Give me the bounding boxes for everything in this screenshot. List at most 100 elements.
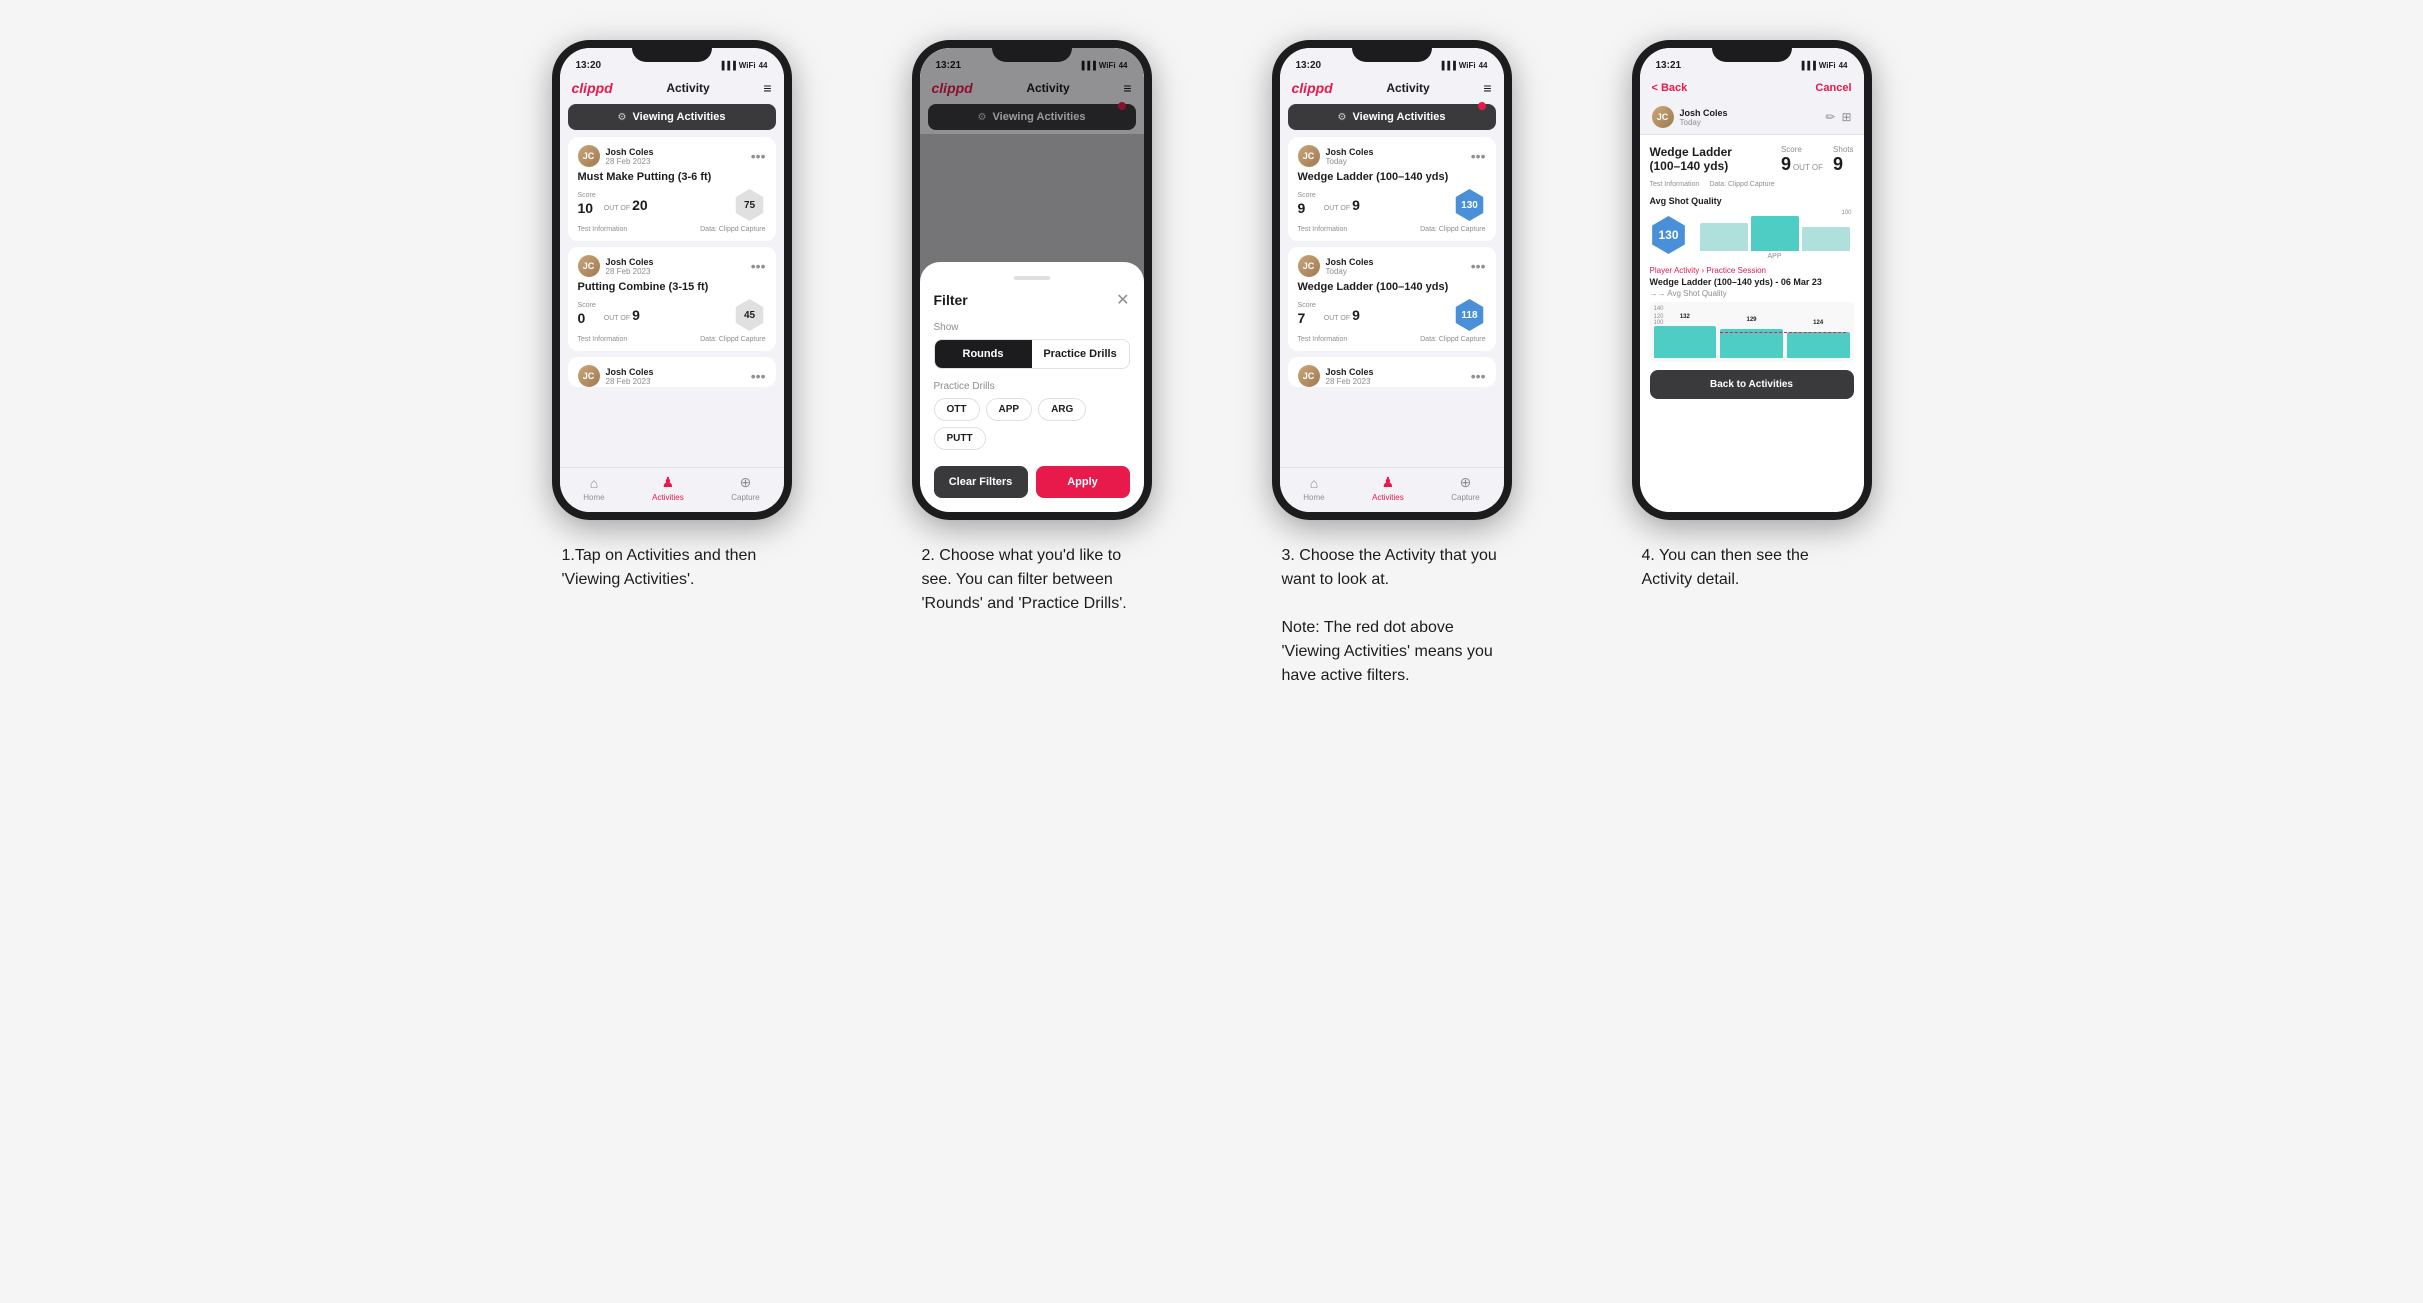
dots-icon-3-3[interactable]: ••• <box>1471 368 1486 384</box>
card-title-3-1: Wedge Ladder (100–140 yds) <box>1298 171 1486 183</box>
shots-val-1-2: 9 <box>632 307 640 323</box>
notch-4 <box>1712 40 1792 62</box>
score-group-3-1: Score 9 <box>1298 192 1316 218</box>
history-bars-4: 132 129 124 <box>1654 326 1850 358</box>
dots-icon-3-1[interactable]: ••• <box>1471 148 1486 164</box>
phone-1: 13:20 ▐▐▐ WiFi 44 clippd Activity ≡ ⚙ Vi… <box>552 40 792 520</box>
user-date-1-1: 28 Feb 2023 <box>606 157 654 166</box>
nav-capture-1[interactable]: ⊕ Capture <box>731 474 759 502</box>
phone-column-1: 13:20 ▐▐▐ WiFi 44 clippd Activity ≡ ⚙ Vi… <box>512 40 832 592</box>
dots-icon-1-1[interactable]: ••• <box>751 148 766 164</box>
detail-test-info-4: Test Information <box>1650 181 1700 188</box>
detail-score-val-4: 9 <box>1781 154 1791 175</box>
nav-activities-3[interactable]: ♟ Activities <box>1372 474 1404 502</box>
back-btn-4[interactable]: < Back <box>1652 82 1688 94</box>
card-title-1-1: Must Make Putting (3-6 ft) <box>578 171 766 183</box>
menu-icon-1[interactable]: ≡ <box>763 80 771 96</box>
user-info-1-2: Josh Coles 28 Feb 2023 <box>606 257 654 276</box>
capture-icon-1: ⊕ <box>740 474 752 491</box>
filter-drills-label-2: Practice Drills <box>934 381 1130 392</box>
quality-hex-1-1: 75 <box>734 189 766 221</box>
viewing-banner-1[interactable]: ⚙ Viewing Activities <box>568 104 776 130</box>
nav-capture-3[interactable]: ⊕ Capture <box>1451 474 1479 502</box>
card-header-3-3: JC Josh Coles 28 Feb 2023 ••• <box>1298 365 1486 387</box>
activity-card-3-2[interactable]: JC Josh Coles Today ••• Wedge Ladder (10… <box>1288 247 1496 351</box>
chip-putt-2[interactable]: PUTT <box>934 427 986 450</box>
practice-session-section-4: Player Activity › Practice Session <box>1650 266 1854 275</box>
card-user-3-1: JC Josh Coles Today <box>1298 145 1374 167</box>
toggle-drills-2[interactable]: Practice Drills <box>1032 340 1129 368</box>
signal-icon-4: ▐▐▐ <box>1799 61 1816 70</box>
caption-3: 3. Choose the Activity that you want to … <box>1282 544 1502 688</box>
player-activity-label-4: Player Activity <box>1650 266 1700 275</box>
menu-icon-3[interactable]: ≡ <box>1483 80 1491 96</box>
nav-home-1[interactable]: ⌂ Home <box>583 475 604 502</box>
dots-icon-1-3[interactable]: ••• <box>751 368 766 384</box>
bar-label-2-4: 129 <box>1746 317 1756 323</box>
back-to-activities-btn-4[interactable]: Back to Activities <box>1650 370 1854 399</box>
app-header-1: clippd Activity ≡ <box>560 76 784 100</box>
detail-info-row-4: Test Information Data: Clippd Capture <box>1650 181 1854 188</box>
outof-group-1-1: OUT OF 20 <box>604 197 648 213</box>
home-icon-1: ⌂ <box>590 475 598 491</box>
banner-text-1: Viewing Activities <box>633 111 726 123</box>
card-header-3-1: JC Josh Coles Today ••• <box>1298 145 1486 167</box>
user-name-3-2: Josh Coles <box>1326 257 1374 267</box>
activity-card-1-3[interactable]: JC Josh Coles 28 Feb 2023 ••• <box>568 357 776 387</box>
detail-header-4: < Back Cancel <box>1640 76 1864 100</box>
activity-card-3-1[interactable]: JC Josh Coles Today ••• Wedge Ladder (10… <box>1288 137 1496 241</box>
activity-card-1-2[interactable]: JC Josh Coles 28 Feb 2023 ••• Putting Co… <box>568 247 776 351</box>
wifi-icon-1: WiFi <box>739 61 756 70</box>
viewing-banner-3[interactable]: ⚙ Viewing Activities <box>1288 104 1496 130</box>
battery-icon-4: 44 <box>1839 61 1848 70</box>
time-4: 13:21 <box>1656 60 1682 71</box>
chip-app-2[interactable]: APP <box>986 398 1033 421</box>
logo-1: clippd <box>572 80 613 96</box>
filter-header-2: Filter ✕ <box>934 290 1130 310</box>
logo-3: clippd <box>1292 80 1333 96</box>
app-header-3: clippd Activity ≡ <box>1280 76 1504 100</box>
close-btn-2[interactable]: ✕ <box>1116 290 1129 310</box>
user-name-3-3: Josh Coles <box>1326 367 1374 377</box>
battery-icon-3: 44 <box>1479 61 1488 70</box>
app-title-1: Activity <box>666 81 709 95</box>
nav-capture-label-1: Capture <box>731 493 759 502</box>
avatar-3-1: JC <box>1298 145 1320 167</box>
avatar-1-1: JC <box>578 145 600 167</box>
nav-home-3[interactable]: ⌂ Home <box>1303 475 1324 502</box>
card-stats-1-1: Score 10 OUT OF 20 75 <box>578 189 766 221</box>
expand-icon-4[interactable]: ⊞ <box>1841 110 1851 124</box>
detail-outof-label-4: OUT OF <box>1793 163 1823 172</box>
user-name-1-2: Josh Coles <box>606 257 654 267</box>
toggle-rounds-2[interactable]: Rounds <box>935 340 1032 368</box>
nav-activities-label-3: Activities <box>1372 493 1404 502</box>
y-140-4: 140 <box>1654 306 1664 312</box>
clear-filters-btn-2[interactable]: Clear Filters <box>934 466 1028 498</box>
user-name-3-1: Josh Coles <box>1326 147 1374 157</box>
score-group-1-1: Score 10 <box>578 192 596 218</box>
signal-icon-1: ▐▐▐ <box>719 61 736 70</box>
banner-text-3: Viewing Activities <box>1353 111 1446 123</box>
filter-title-2: Filter <box>934 292 968 308</box>
nav-activities-1[interactable]: ♟ Activities <box>652 474 684 502</box>
activities-icon-1: ♟ <box>662 474 675 491</box>
user-info-1-1: Josh Coles 28 Feb 2023 <box>606 147 654 166</box>
avg-hex-4: 130 <box>1650 216 1688 254</box>
bottom-nav-3: ⌂ Home ♟ Activities ⊕ Capture <box>1280 467 1504 512</box>
chip-ott-2[interactable]: OTT <box>934 398 980 421</box>
detail-action-icons-4: ✏ ⊞ <box>1825 110 1851 124</box>
score-label-3-2: Score <box>1298 302 1316 309</box>
outof-label-3-2: OUT OF <box>1324 315 1350 322</box>
chip-arg-2[interactable]: ARG <box>1038 398 1086 421</box>
dots-icon-1-2[interactable]: ••• <box>751 258 766 274</box>
cancel-btn-4[interactable]: Cancel <box>1815 82 1851 94</box>
card-user-1-1: JC Josh Coles 28 Feb 2023 <box>578 145 654 167</box>
activity-card-1-1[interactable]: JC Josh Coles 28 Feb 2023 ••• Must Make … <box>568 137 776 241</box>
avatar-3-3: JC <box>1298 365 1320 387</box>
edit-icon-4[interactable]: ✏ <box>1825 110 1835 124</box>
dots-icon-3-2[interactable]: ••• <box>1471 258 1486 274</box>
card-footer-1-2: Test Information Data: Clippd Capture <box>578 336 766 343</box>
apply-btn-2[interactable]: Apply <box>1036 466 1130 498</box>
activity-card-3-3[interactable]: JC Josh Coles 28 Feb 2023 ••• <box>1288 357 1496 387</box>
score-group-3-2: Score 7 <box>1298 302 1316 328</box>
